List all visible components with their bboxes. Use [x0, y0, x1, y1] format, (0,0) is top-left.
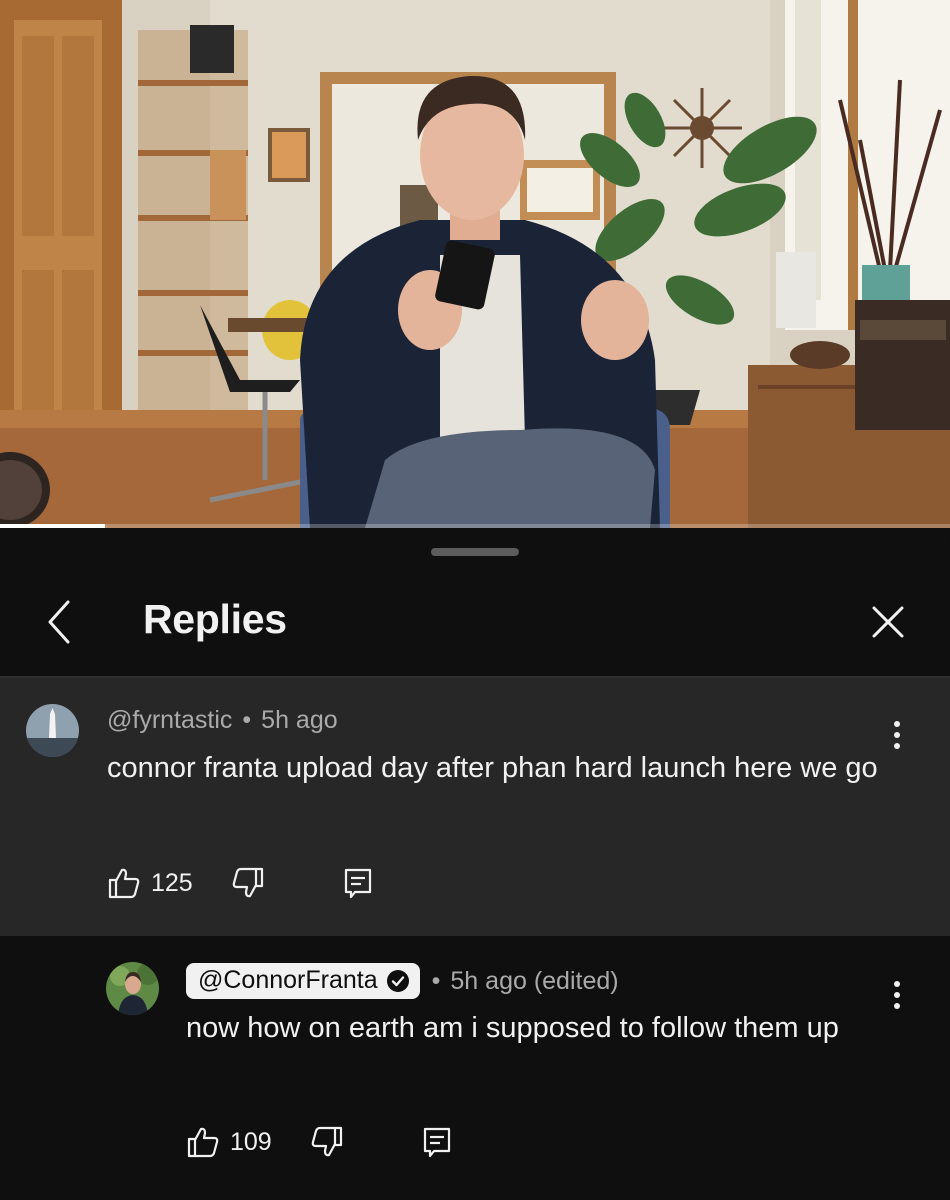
avatar-image	[26, 704, 79, 757]
comment-time: 5h ago (edited)	[450, 966, 619, 995]
parent-comment: @fyrntastic • 5h ago connor franta uploa…	[0, 678, 950, 936]
comment-menu-button[interactable]	[887, 976, 907, 1016]
avatar-image	[106, 962, 159, 1015]
reply-actions: 109	[186, 1125, 454, 1159]
drag-handle[interactable]	[431, 548, 519, 556]
back-button[interactable]	[36, 598, 84, 646]
reply-button[interactable]	[420, 1125, 454, 1159]
chevron-left-icon	[48, 600, 70, 644]
sheet-header: Replies	[0, 568, 950, 676]
reply-button[interactable]	[341, 866, 375, 900]
more-vertical-icon	[894, 981, 900, 1009]
thumbs-down-icon	[232, 867, 263, 898]
video-frame	[0, 0, 950, 528]
thumbs-down-icon	[311, 1126, 342, 1157]
thumbs-up-icon	[108, 868, 140, 899]
like-count: 109	[230, 1127, 272, 1156]
replies-sheet: Replies @fyrntastic • 5h ago connor fran…	[0, 528, 950, 1200]
verified-check-icon	[386, 969, 409, 992]
comment-text: now how on earth am i supposed to follow…	[186, 1012, 839, 1044]
close-icon	[872, 606, 904, 638]
avatar[interactable]	[106, 962, 159, 1015]
sheet-title: Replies	[143, 596, 287, 642]
like-button[interactable]	[186, 1125, 220, 1159]
close-button[interactable]	[864, 598, 912, 646]
comment-text: connor franta upload day after phan hard…	[107, 752, 878, 784]
like-count: 125	[151, 868, 193, 897]
reply-comment: @ConnorFranta • 5h ago (edited) now how …	[0, 936, 950, 1200]
meta-separator: •	[431, 966, 441, 995]
comment-reply-icon	[423, 1127, 450, 1158]
video-player[interactable]	[0, 0, 950, 528]
creator-author-chip[interactable]: @ConnorFranta	[186, 963, 420, 999]
avatar[interactable]	[26, 704, 79, 757]
comment-actions: 125	[107, 866, 375, 900]
more-vertical-icon	[894, 721, 900, 749]
meta-separator: •	[242, 706, 252, 734]
comment-author: @ConnorFranta	[198, 966, 378, 994]
dislike-button[interactable]	[310, 1125, 344, 1159]
comment-meta: @fyrntastic • 5h ago	[107, 706, 338, 735]
thumbs-up-icon	[187, 1127, 219, 1158]
comment-reply-icon	[344, 868, 371, 899]
comment-meta: @ConnorFranta • 5h ago (edited)	[186, 963, 619, 999]
like-button[interactable]	[107, 866, 141, 900]
comment-time: 5h ago	[261, 706, 338, 734]
comment-author[interactable]: @fyrntastic	[107, 706, 232, 735]
dislike-button[interactable]	[231, 866, 265, 900]
comment-menu-button[interactable]	[887, 716, 907, 756]
